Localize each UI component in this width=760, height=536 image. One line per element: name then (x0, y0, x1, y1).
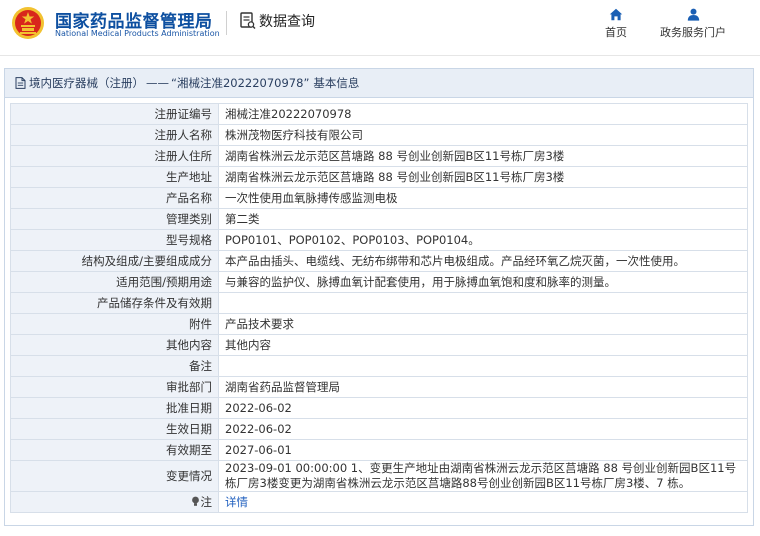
registration-info-table: 注册证编号 湘械注准20222070978 注册人名称 株洲茂物医疗科技有限公司 注册人… (10, 103, 748, 513)
table-row: 生效日期 2022-06-02 (10, 418, 748, 440)
field-label: 结构及组成/主要组成成分 (10, 250, 219, 272)
nav-government-service[interactable]: 政务服务门户 (655, 8, 731, 40)
table-row: 备注 (10, 355, 748, 377)
table-row: 注册人住所 湖南省株洲云龙示范区莒塘路 88 号创业创新园B区11号栋厂房3楼 (10, 145, 748, 167)
table-row: 生产地址 湖南省株洲云龙示范区莒塘路 88 号创业创新园B区11号栋厂房3楼 (10, 166, 748, 188)
field-value: POP0101、POP0102、POP0103、POP0104。 (218, 229, 748, 251)
field-value: 2022-06-02 (218, 397, 748, 419)
field-label: 型号规格 (10, 229, 219, 251)
nav-home[interactable]: 首页 (603, 8, 629, 40)
field-value: 湖南省株洲云龙示范区莒塘路 88 号创业创新园B区11号栋厂房3楼 (218, 145, 748, 167)
field-value: 一次性使用血氧脉搏传感监测电极 (218, 187, 748, 209)
panel-title-suffix: 基本信息 (313, 76, 360, 90)
field-label: 生产地址 (10, 166, 219, 188)
table-row: 结构及组成/主要组成成分 本产品由插头、电缆线、无纺布绑带和芯片电极组成。产品经环… (10, 250, 748, 272)
nav-service-label: 政务服务门户 (660, 26, 726, 39)
document-search-icon (240, 12, 256, 29)
field-value: 详情 (218, 491, 748, 513)
field-label: 适用范围/预期用途 (10, 271, 219, 293)
table-row: 批准日期 2022-06-02 (10, 397, 748, 419)
field-label: 产品名称 (10, 187, 219, 209)
field-value: 产品技术要求 (218, 313, 748, 335)
panel-title: 境内医疗器械（注册） —— “湘械注准20222070978” 基本信息 (5, 69, 753, 98)
field-value: 湖南省药品监督管理局 (218, 376, 748, 398)
table-row: 管理类别 第二类 (10, 208, 748, 230)
panel-title-dash: —— (146, 76, 169, 90)
table-row: 型号规格 POP0101、POP0102、POP0103、POP0104。 (10, 229, 748, 251)
table-row: 审批部门 湖南省药品监督管理局 (10, 376, 748, 398)
table-row: 有效期至 2027-06-01 (10, 439, 748, 461)
field-value: 2022-06-02 (218, 418, 748, 440)
field-value: 与兼容的监护仪、脉搏血氧计配套使用，用于脉搏血氧饱和度和脉率的测量。 (218, 271, 748, 293)
table-row: 注册人名称 株洲茂物医疗科技有限公司 (10, 124, 748, 146)
document-icon (15, 77, 26, 89)
field-label: 审批部门 (10, 376, 219, 398)
table-row: 其他内容 其他内容 (10, 334, 748, 356)
table-row: 附件 产品技术要求 (10, 313, 748, 335)
field-value: 湘械注准20222070978 (218, 103, 748, 125)
field-value: 其他内容 (218, 334, 748, 356)
field-value (218, 355, 748, 377)
lightbulb-icon (191, 496, 199, 506)
field-value: 第二类 (218, 208, 748, 230)
field-label: 生效日期 (10, 418, 219, 440)
field-label: 其他内容 (10, 334, 219, 356)
field-label: 注 (10, 491, 219, 513)
field-label: 批准日期 (10, 397, 219, 419)
table-row: 产品名称 一次性使用血氧脉搏传感监测电极 (10, 187, 748, 209)
user-icon (687, 8, 699, 21)
table-row: 注册证编号 湘械注准20222070978 (10, 103, 748, 125)
field-label: 管理类别 (10, 208, 219, 230)
table-row: 适用范围/预期用途 与兼容的监护仪、脉搏血氧计配套使用，用于脉搏血氧饱和度和脉率的… (10, 271, 748, 293)
note-label: 注 (200, 494, 213, 509)
data-query-label: 数据查询 (259, 14, 315, 30)
detail-panel: 境内医疗器械（注册） —— “湘械注准20222070978” 基本信息 注册证… (4, 68, 754, 526)
details-link[interactable]: 详情 (225, 495, 248, 509)
field-label: 注册人住所 (10, 145, 219, 167)
table-row-note: 注详情 (10, 491, 748, 513)
field-value: 2027-06-01 (218, 439, 748, 461)
table-row: 变更情况 2023-09-01 00:00:00 1、变更生产地址由湖南省株洲云龙… (10, 460, 748, 492)
field-value: 本产品由插头、电缆线、无纺布绑带和芯片电极组成。产品经环氧乙烷灭菌，一次性使用。 (218, 250, 748, 272)
field-label: 备注 (10, 355, 219, 377)
field-label: 注册证编号 (10, 103, 219, 125)
field-label: 有效期至 (10, 439, 219, 461)
field-label: 产品储存条件及有效期 (10, 292, 219, 314)
field-value: 湖南省株洲云龙示范区莒塘路 88 号创业创新园B区11号栋厂房3楼 (218, 166, 748, 188)
panel-title-record: “湘械注准20222070978” (171, 76, 310, 90)
field-label: 附件 (10, 313, 219, 335)
field-label: 变更情况 (10, 460, 219, 492)
national-emblem-icon (12, 7, 44, 39)
field-value: 株洲茂物医疗科技有限公司 (218, 124, 748, 146)
field-value (218, 292, 748, 314)
nav-home-label: 首页 (605, 26, 627, 39)
table-row: 产品储存条件及有效期 (10, 292, 748, 314)
field-label: 注册人名称 (10, 124, 219, 146)
site-header: 国家药品监督管理局 National Medical Products Admi… (0, 0, 760, 56)
home-icon (609, 8, 623, 21)
header-divider (226, 11, 227, 35)
brand-subtitle: National Medical Products Administration (55, 29, 220, 38)
panel-title-category: 境内医疗器械（注册） (29, 76, 144, 90)
field-value: 2023-09-01 00:00:00 1、变更生产地址由湖南省株洲云龙示范区莒… (218, 460, 748, 492)
data-query-link[interactable]: 数据查询 (240, 11, 315, 31)
